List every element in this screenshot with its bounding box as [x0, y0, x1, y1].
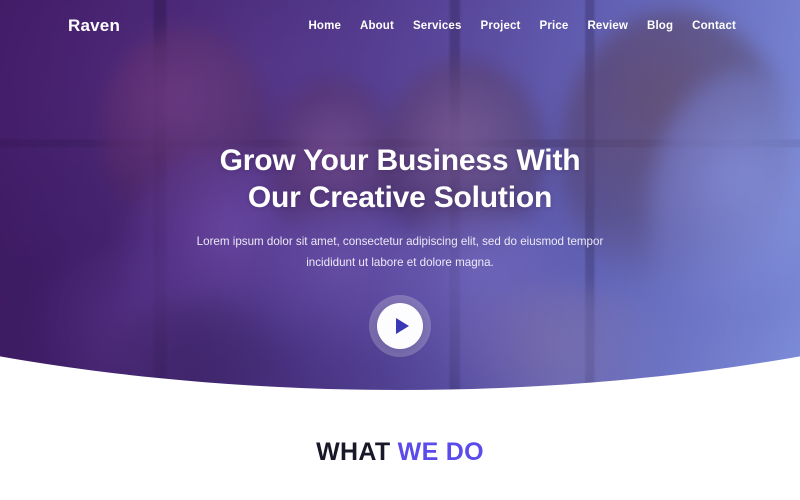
nav-home[interactable]: Home: [308, 20, 341, 32]
hero-subtitle-line-1: Lorem ipsum dolor sit amet, consectetur …: [196, 235, 517, 249]
nav-project[interactable]: Project: [481, 20, 521, 32]
nav-price[interactable]: Price: [540, 20, 569, 32]
play-icon: [395, 317, 409, 334]
hero-subtitle: Lorem ipsum dolor sit amet, consectetur …: [190, 232, 610, 273]
nav-review[interactable]: Review: [587, 20, 628, 32]
hero-title-line-1: Grow Your Business With: [219, 144, 581, 177]
main-navigation: Home About Services Project Price Review…: [308, 20, 736, 32]
hero-title: Grow Your Business With Our Creative Sol…: [90, 142, 710, 216]
landing-page: Raven Home About Services Project Price …: [0, 0, 800, 500]
hero-title-line-2: Our Creative Solution: [247, 181, 553, 215]
video-play-button[interactable]: [369, 294, 431, 357]
what-we-do-title: WHAT WE DO: [0, 438, 800, 467]
nav-blog[interactable]: Blog: [647, 20, 673, 32]
what-we-do-section: WHAT WE DO: [0, 390, 800, 500]
what-we-do-title-part-1: WHAT: [316, 438, 398, 466]
nav-contact[interactable]: Contact: [692, 20, 736, 32]
play-button-circle[interactable]: [377, 302, 423, 349]
what-we-do-title-part-2: WE DO: [397, 438, 484, 466]
nav-about[interactable]: About: [360, 20, 394, 32]
site-header: Raven Home About Services Project Price …: [0, 0, 800, 52]
site-logo[interactable]: Raven: [68, 16, 120, 36]
nav-services[interactable]: Services: [413, 20, 462, 32]
